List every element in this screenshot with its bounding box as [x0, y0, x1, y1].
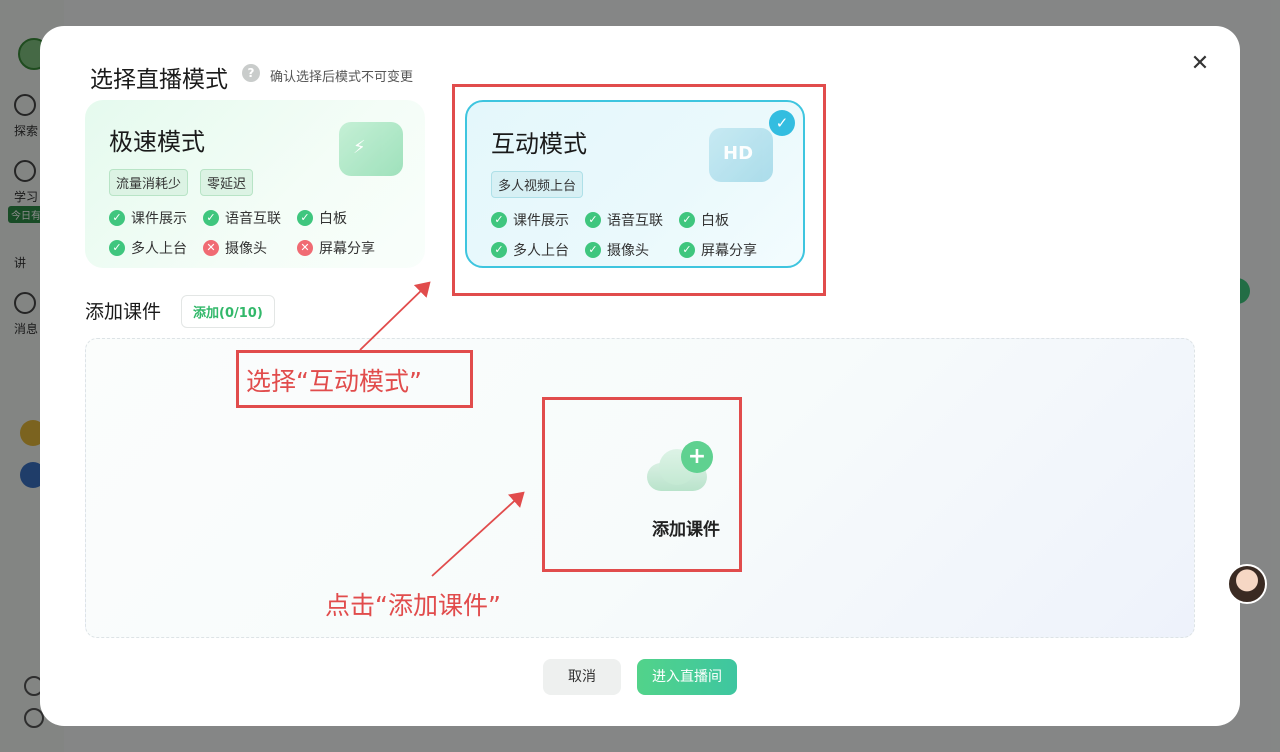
- check-icon: ✓: [109, 210, 125, 226]
- cross-icon: ✕: [297, 240, 313, 256]
- check-icon: ✓: [203, 210, 219, 226]
- cross-icon: ✕: [203, 240, 219, 256]
- feature-list: ✓ 课件展示 ✓ 语音互联 ✓ 白板 ✓ 多人上台 ✕ 摄像头 ✕ 屏幕分享: [109, 208, 401, 258]
- cancel-button[interactable]: 取消: [543, 659, 621, 695]
- feature-item: ✕ 摄像头: [203, 238, 297, 258]
- dialog-title: 选择直播模式: [90, 67, 228, 93]
- close-button[interactable]: ✕: [1190, 53, 1210, 75]
- annotation-box-interactive-mode: [452, 84, 826, 296]
- annotation-box-add-courseware: [542, 397, 742, 572]
- feature-item: ✓ 语音互联: [203, 208, 297, 228]
- mode-tag: 流量消耗少: [109, 169, 189, 196]
- check-icon: ✓: [109, 240, 125, 256]
- assistant-avatar[interactable]: [1227, 564, 1267, 604]
- courseware-count-badge: 添加(0/10): [181, 295, 275, 328]
- check-icon: ✓: [297, 210, 313, 226]
- feature-item: ✓ 多人上台: [109, 238, 203, 258]
- dialog-hint: 确认选择后模式不可变更: [270, 70, 414, 85]
- courseware-section-title: 添加课件: [85, 301, 162, 323]
- lightning-camera-icon: ⚡: [339, 122, 403, 176]
- enter-live-room-button[interactable]: 进入直播间: [637, 659, 737, 695]
- annotation-label-click: 点击“添加课件”: [325, 591, 501, 620]
- feature-item: ✕ 屏幕分享: [297, 238, 391, 258]
- feature-item: ✓ 课件展示: [109, 208, 203, 228]
- mode-card-speed[interactable]: 极速模式 流量消耗少 零延迟 ✓ 课件展示 ✓ 语音互联 ✓ 白板 ✓ 多人上台 ✕ 摄像…: [85, 100, 425, 268]
- mode-tag: 零延迟: [200, 169, 254, 196]
- help-icon[interactable]: ?: [242, 64, 260, 82]
- feature-item: ✓ 白板: [297, 208, 391, 228]
- annotation-label-select: 选择“互动模式”: [246, 367, 422, 396]
